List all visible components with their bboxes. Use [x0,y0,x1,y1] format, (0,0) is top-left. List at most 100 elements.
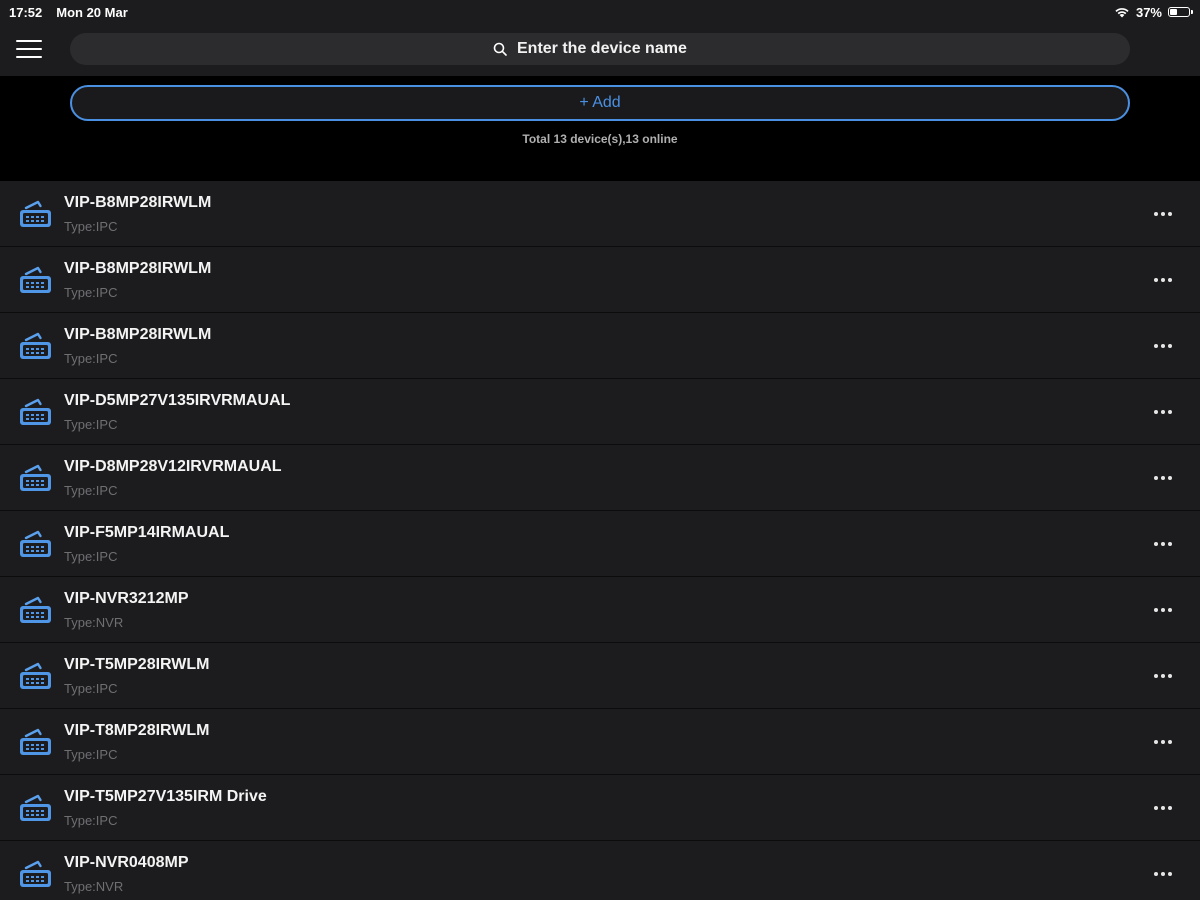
more-dot [1154,278,1158,282]
status-left: 17:52 Mon 20 Mar [0,5,128,20]
more-options-button[interactable] [1148,729,1178,755]
device-name: VIP-T5MP28IRWLM [64,656,210,673]
device-type: Type:IPC [64,351,118,366]
more-options-button[interactable] [1148,531,1178,557]
device-type: Type:IPC [64,285,118,300]
wifi-icon [1114,6,1130,18]
device-type: Type:IPC [64,483,118,498]
more-dot [1168,278,1172,282]
device-row[interactable]: VIP-T5MP27V135IRM Drive Type:IPC [0,775,1200,841]
more-options-button[interactable] [1148,597,1178,623]
more-dot [1154,212,1158,216]
device-row[interactable]: VIP-NVR3212MP Type:NVR [0,577,1200,643]
camera-device-icon [18,859,54,891]
camera-device-icon [18,793,54,825]
more-dot [1168,608,1172,612]
device-name: VIP-B8MP28IRWLM [64,326,212,343]
more-dot [1161,542,1165,546]
camera-device-icon [18,595,54,627]
camera-device-icon [18,331,54,363]
status-bar: 17:52 Mon 20 Mar 37% [0,0,1200,24]
more-options-button[interactable] [1148,201,1178,227]
status-right: 37% [1114,5,1200,20]
camera-device-icon [18,727,54,759]
more-dot [1161,806,1165,810]
more-options-button[interactable] [1148,333,1178,359]
camera-device-icon [18,265,54,297]
more-dot [1161,278,1165,282]
camera-device-icon [18,529,54,561]
device-row[interactable]: VIP-T5MP28IRWLM Type:IPC [0,643,1200,709]
device-row[interactable]: VIP-B8MP28IRWLM Type:IPC [0,247,1200,313]
battery-icon [1168,7,1193,17]
device-row[interactable]: VIP-B8MP28IRWLM Type:IPC [0,181,1200,247]
device-name: VIP-B8MP28IRWLM [64,260,212,277]
more-dot [1168,806,1172,810]
more-dot [1168,476,1172,480]
device-name: VIP-B8MP28IRWLM [64,194,212,211]
device-type: Type:IPC [64,417,118,432]
more-dot [1168,410,1172,414]
battery-fill [1170,9,1178,15]
device-type: Type:IPC [64,813,118,828]
camera-device-icon [18,397,54,429]
more-options-button[interactable] [1148,795,1178,821]
more-options-button[interactable] [1148,399,1178,425]
top-bar [0,24,1200,76]
camera-device-icon [18,463,54,495]
more-options-button[interactable] [1148,465,1178,491]
more-dot [1161,212,1165,216]
device-type: Type:NVR [64,879,124,894]
more-dot [1161,674,1165,678]
device-name: VIP-D5MP27V135IRVRMAUAL [64,392,291,409]
device-name: VIP-T8MP28IRWLM [64,722,210,739]
battery-cap [1191,10,1193,14]
more-options-button[interactable] [1148,267,1178,293]
camera-device-icon [18,199,54,231]
device-name: VIP-F5MP14IRMAUAL [64,524,230,541]
device-type: Type:IPC [64,681,118,696]
device-list[interactable]: VIP-B8MP28IRWLM Type:IPC VIP-B8MP28IRWLM… [0,181,1200,900]
more-options-button[interactable] [1148,663,1178,689]
more-dot [1168,344,1172,348]
device-row[interactable]: VIP-D5MP27V135IRVRMAUAL Type:IPC [0,379,1200,445]
status-date: Mon 20 Mar [56,4,128,20]
search-input[interactable] [517,40,707,58]
more-options-button[interactable] [1148,861,1178,887]
status-time: 17:52 [9,4,43,20]
more-dot [1154,476,1158,480]
device-row[interactable]: VIP-D8MP28V12IRVRMAUAL Type:IPC [0,445,1200,511]
device-row[interactable]: VIP-F5MP14IRMAUAL Type:IPC [0,511,1200,577]
device-type: Type:IPC [64,747,118,762]
more-dot [1154,806,1158,810]
search-box[interactable] [70,33,1130,65]
device-name: VIP-NVR3212MP [64,590,189,607]
more-dot [1154,542,1158,546]
menu-button[interactable] [16,40,42,60]
more-dot [1161,872,1165,876]
add-device-button[interactable]: + Add [70,85,1130,121]
header-area: + Add Total 13 device(s),13 online [0,76,1200,181]
device-type: Type:IPC [64,219,118,234]
more-dot [1161,608,1165,612]
screen: 17:52 Mon 20 Mar 37% Enter the device na… [0,0,1200,900]
device-name: VIP-T5MP27V135IRM Drive [64,788,267,805]
device-name: VIP-D8MP28V12IRVRMAUAL [64,458,282,475]
more-dot [1168,674,1172,678]
device-row[interactable]: VIP-B8MP28IRWLM Type:IPC [0,313,1200,379]
more-dot [1154,740,1158,744]
more-dot [1168,212,1172,216]
add-button-label: + Add [579,94,621,111]
more-dot [1168,542,1172,546]
device-type: Type:NVR [64,615,124,630]
device-row[interactable]: VIP-T8MP28IRWLM Type:IPC [0,709,1200,775]
device-summary: Total 13 device(s),13 online [522,132,678,146]
more-dot [1168,740,1172,744]
more-dot [1161,476,1165,480]
more-dot [1154,608,1158,612]
more-dot [1161,740,1165,744]
search-icon [493,42,507,56]
more-dot [1154,674,1158,678]
device-row[interactable]: VIP-NVR0408MP Type:NVR [0,841,1200,900]
battery-percentage: 37% [1135,4,1162,20]
